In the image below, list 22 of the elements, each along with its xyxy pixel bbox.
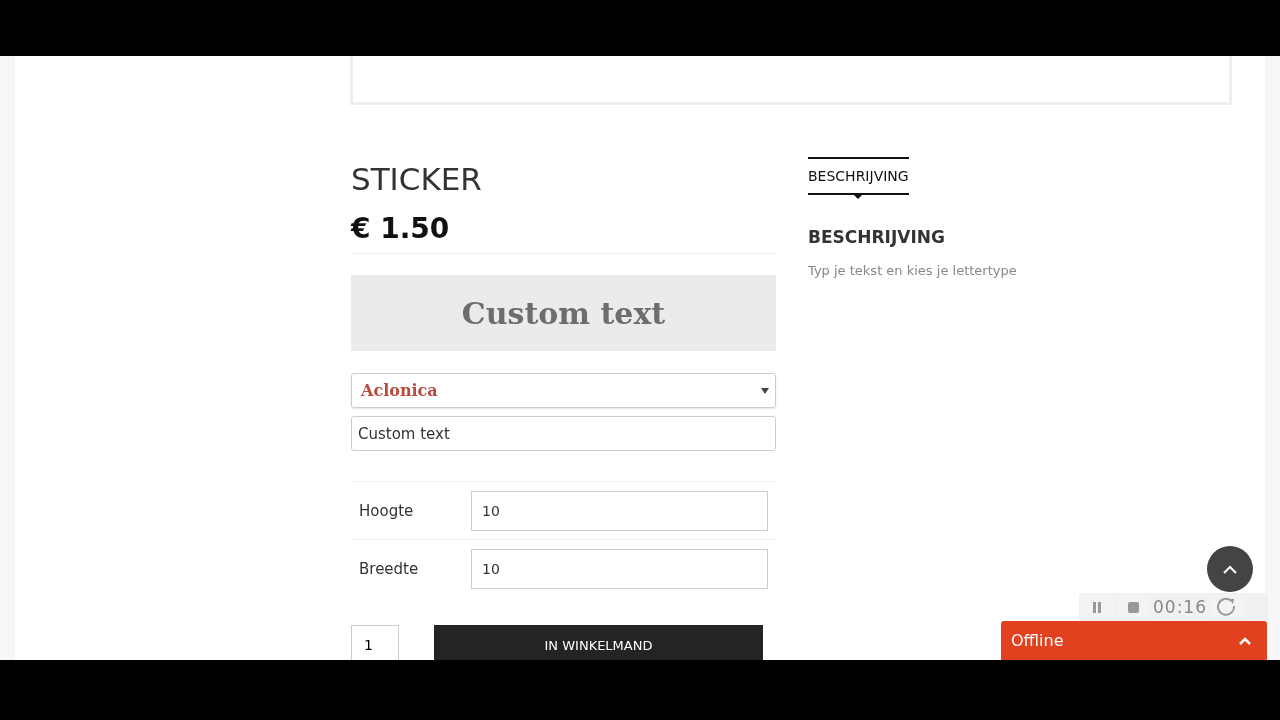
stop-icon <box>1127 601 1139 613</box>
recording-time: 00:16 <box>1153 597 1207 617</box>
product-title: STICKER <box>351 160 483 199</box>
field-label: Breedte <box>358 559 420 578</box>
field-label: Hoogte <box>358 501 415 520</box>
text-input[interactable]: Custom text <box>351 416 776 451</box>
description-text: Typ je tekst en kies je lettertype <box>808 263 1017 278</box>
add-to-cart-button[interactable]: IN WINKELMAND <box>434 625 763 660</box>
pause-icon <box>1092 601 1102 613</box>
preview-text: Custom text <box>461 295 666 331</box>
chevron-up-icon <box>1222 564 1238 574</box>
number-field[interactable]: 10 <box>471 548 768 589</box>
product-price: € 1.50 <box>351 211 776 254</box>
chat-bar[interactable]: Offline <box>1001 621 1267 660</box>
chevron-up-icon <box>1239 636 1251 645</box>
caret-icon <box>761 387 769 394</box>
description-heading: BESCHRIJVING <box>808 227 945 247</box>
font-dropdown[interactable]: Aclonica <box>351 373 776 408</box>
chat-status: Offline <box>1011 631 1064 650</box>
quantity-field[interactable]: 1 <box>351 625 399 660</box>
number-field[interactable]: 10 <box>471 490 768 531</box>
reload-icon <box>1217 597 1237 617</box>
